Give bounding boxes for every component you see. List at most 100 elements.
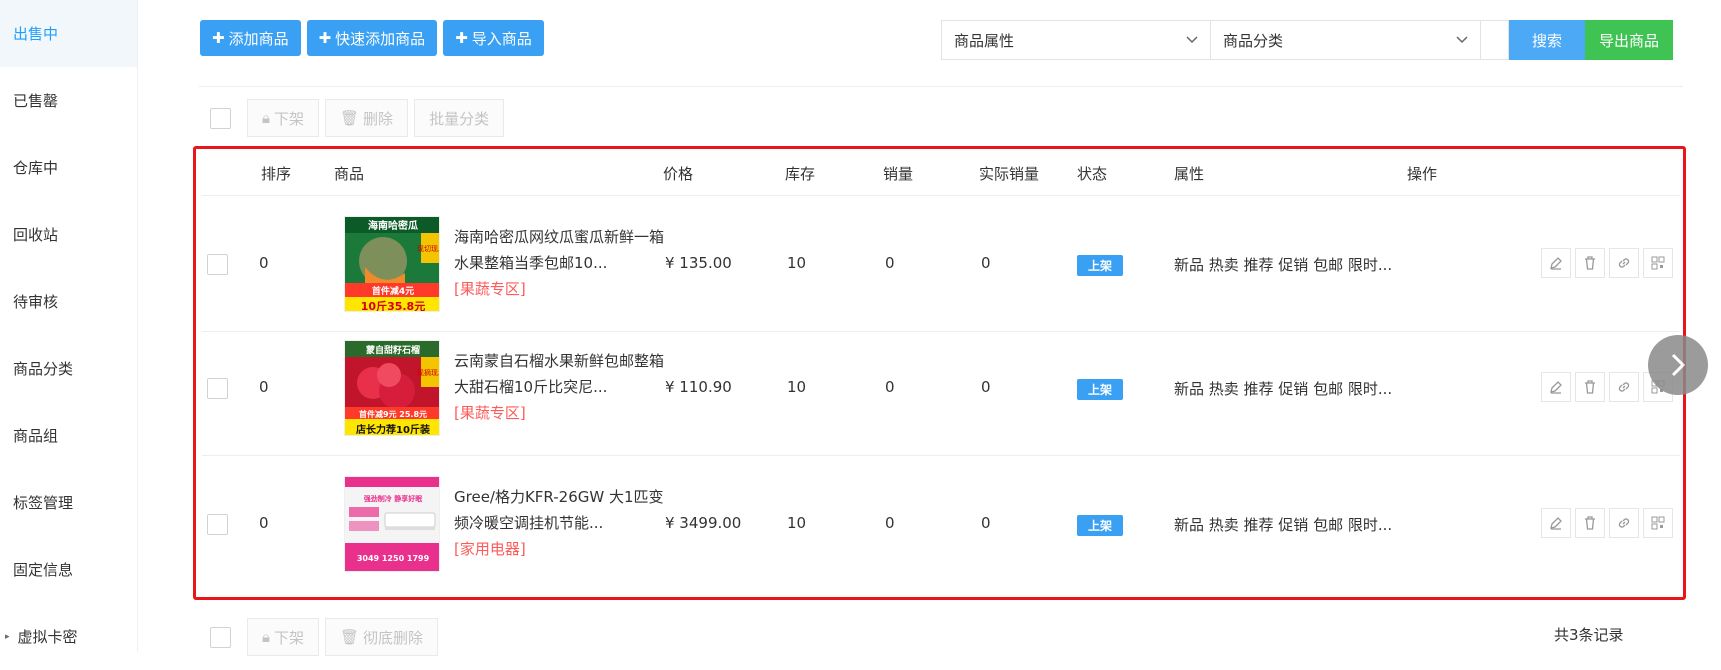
product-name[interactable]: Gree/格力KFR-26GW 大1匹变频冷暖空调挂机节能... [454,484,664,536]
thumb-promo: 首件减4元 [372,285,414,297]
sidebar-item-tag-management[interactable]: 标签管理 [0,469,137,536]
copy-link-button[interactable] [1609,372,1639,402]
thumb-title: 蒙自甜籽石榴 [366,344,420,356]
filter-bar: 商品属性 商品分类 搜索 导出商品 [941,20,1673,60]
sidebar-item-on-sale[interactable]: 出售中 [0,0,137,67]
link-icon [1616,379,1632,395]
keyword-input[interactable] [1481,20,1509,60]
delete-row-button[interactable] [1575,248,1605,278]
qrcode-button[interactable] [1643,248,1673,278]
export-products-button[interactable]: 导出商品 [1585,20,1673,60]
sort-value[interactable]: 0 [259,378,269,396]
product-category: [果蔬专区] [454,278,526,299]
delete-button[interactable]: 🗑︎删除 [325,99,408,137]
import-product-button[interactable]: ✚导入商品 [443,20,544,56]
sidebar-item-virtual-card[interactable]: ▸虚拟卡密 [0,603,137,670]
header-status: 状态 [1077,163,1107,184]
quick-add-product-button[interactable]: ✚快速添加商品 [307,20,438,56]
sidebar-item-product-group[interactable]: 商品组 [0,402,137,469]
pencil-icon [1548,379,1564,395]
sidebar: 出售中 已售罄 仓库中 回收站 待审核 商品分类 商品组 标签管理 固定信息 ▸… [0,0,138,652]
lock-icon: 🔒︎ [262,628,270,646]
edit-button[interactable] [1541,508,1571,538]
header-price[interactable]: 价格 [663,163,693,184]
status-badge[interactable]: 上架 [1077,515,1123,536]
sidebar-item-sold-out[interactable]: 已售罄 [0,67,137,134]
product-name[interactable]: 海南哈密瓜网纹瓜蜜瓜新鲜一箱水果整箱当季包邮10... [454,224,664,276]
header-stock[interactable]: 库存 [785,163,815,184]
row-checkbox[interactable] [207,378,228,399]
actual-sales-value: 0 [981,378,991,396]
status-badge[interactable]: 上架 [1077,255,1123,276]
sidebar-item-warehouse[interactable]: 仓库中 [0,134,137,201]
product-name[interactable]: 云南蒙自石榴水果新鲜包邮整箱大甜石榴10斤比突尼... [454,348,664,400]
hard-delete-button[interactable]: 🗑︎彻底删除 [325,618,438,656]
header-operations: 操作 [1407,163,1437,184]
thumb-promo: 首件减9元 25.8元 [359,409,427,419]
offshelf-button[interactable]: 🔒︎下架 [247,618,319,656]
product-attribute-select[interactable]: 商品属性 [941,20,1211,60]
thumb-title: 强劲制冷 静享好眠 [364,494,422,503]
table-row: 0 海南哈密瓜 现切现发 首件减4元 10斤35.8元 海南哈密瓜网纹瓜蜜瓜新鲜… [202,196,1680,332]
bulk-actions-top: 🔒︎下架 🗑︎删除 批量分类 [210,99,504,137]
delete-row-button[interactable] [1575,372,1605,402]
sidebar-item-product-category[interactable]: 商品分类 [0,335,137,402]
product-thumbnail[interactable]: 蒙自甜籽石榴 现摘现发 首件减9元 25.8元 店长力荐10斤装 [344,340,440,436]
qrcode-button[interactable] [1643,508,1673,538]
attributes-value: 新品 热卖 推荐 促销 包邮 限时... [1174,378,1392,399]
sidebar-item-fixed-info[interactable]: 固定信息 [0,536,137,603]
delete-row-button[interactable] [1575,508,1605,538]
search-button[interactable]: 搜索 [1509,20,1585,60]
pencil-icon [1548,515,1564,531]
add-product-button[interactable]: ✚添加商品 [200,20,301,56]
trash-icon [1582,379,1598,395]
actual-sales-value: 0 [981,514,991,532]
attributes-value: 新品 热卖 推荐 促销 包邮 限时... [1174,514,1392,535]
chevron-down-icon [1456,36,1468,44]
table-row: 0 强劲制冷 静享好眠 3049 1250 1799 Gree/格力KFR-26… [202,456,1680,592]
divider [199,86,1683,87]
batch-category-button[interactable]: 批量分类 [414,99,504,137]
main-content: ✚添加商品 ✚快速添加商品 ✚导入商品 商品属性 商品分类 搜索 导出商品 🔒︎… [138,0,1721,652]
pencil-icon [1548,255,1564,271]
melon-product-image: 海南哈密瓜 现切现发 首件减4元 10斤35.8元 [345,217,440,312]
header-sales[interactable]: 销量 [883,163,913,184]
price-value: ¥ 135.00 [665,254,732,272]
thumb-promo: 3049 1250 1799 [357,554,430,563]
trash-icon [1582,515,1598,531]
sidebar-item-pending-review[interactable]: 待审核 [0,268,137,335]
offshelf-button[interactable]: 🔒︎下架 [247,99,319,137]
plus-icon: ✚ [319,29,332,47]
product-thumbnail[interactable]: 强劲制冷 静享好眠 3049 1250 1799 [344,476,440,572]
top-toolbar: ✚添加商品 ✚快速添加商品 ✚导入商品 [200,20,544,56]
chevron-right-icon [1669,351,1687,379]
plus-icon: ✚ [455,29,468,47]
chevron-down-icon [1186,36,1198,44]
row-checkbox[interactable] [207,514,228,535]
product-category-select[interactable]: 商品分类 [1211,20,1481,60]
sidebar-item-recycle-bin[interactable]: 回收站 [0,201,137,268]
select-all-checkbox[interactable] [210,627,231,648]
copy-link-button[interactable] [1609,508,1639,538]
next-page-arrow[interactable] [1648,335,1708,395]
status-badge[interactable]: 上架 [1077,379,1123,400]
sales-value: 0 [885,514,895,532]
qrcode-icon [1650,515,1666,531]
row-checkbox[interactable] [207,254,228,275]
trash-icon: 🗑︎ [340,109,359,127]
edit-button[interactable] [1541,248,1571,278]
product-thumbnail[interactable]: 海南哈密瓜 现切现发 首件减4元 10斤35.8元 [344,216,440,312]
sort-value[interactable]: 0 [259,254,269,272]
select-all-checkbox[interactable] [210,108,231,129]
header-sort[interactable]: 排序 [261,163,291,184]
plus-icon: ✚ [212,29,225,47]
attributes-value: 新品 热卖 推荐 促销 包邮 限时... [1174,254,1392,275]
edit-button[interactable] [1541,372,1571,402]
thumb-badge: 店长力荐10斤装 [356,423,430,436]
row-operations [1541,248,1673,278]
copy-link-button[interactable] [1609,248,1639,278]
sort-value[interactable]: 0 [259,514,269,532]
air-conditioner-product-image: 强劲制冷 静享好眠 3049 1250 1799 [345,477,440,572]
thumb-title: 海南哈密瓜 [368,219,418,232]
header-actual-sales: 实际销量 [979,163,1039,184]
